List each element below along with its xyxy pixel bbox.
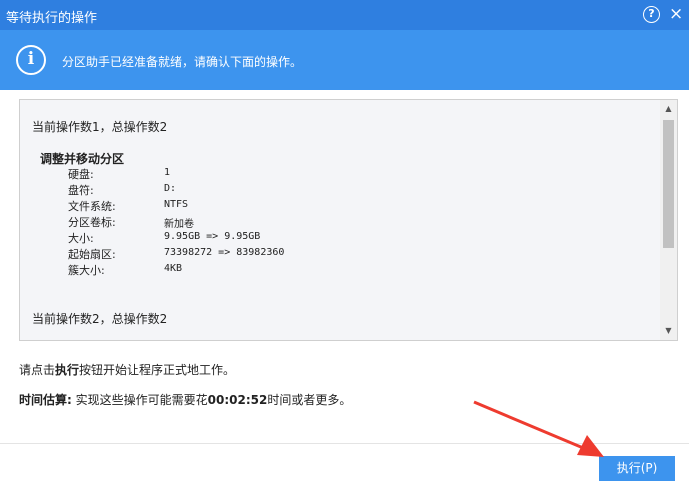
window-title: 等待执行的操作	[6, 11, 98, 26]
detail-value: 73398272 => 83982360	[164, 247, 285, 258]
instruction-text: 请点击执行按钮开始让程序正式地工作。	[19, 361, 235, 378]
execute-button[interactable]: 执行(P)	[599, 456, 675, 481]
vertical-scrollbar[interactable]: ▲ ▼	[660, 100, 677, 340]
estimate-label: 时间估算:	[19, 393, 72, 407]
detail-key: 分区卷标:	[68, 216, 116, 229]
operation-1-header: 当前操作数1，总操作数2	[32, 120, 168, 134]
detail-key: 文件系统:	[68, 200, 116, 213]
scroll-down-icon[interactable]: ▼	[660, 324, 677, 338]
info-icon: i	[16, 45, 46, 75]
detail-row-size: 大小: 9.95GB => 9.95GB	[68, 230, 628, 246]
detail-row-volume-label: 分区卷标: 新加卷	[68, 214, 628, 230]
detail-value: D:	[164, 183, 177, 194]
footer-divider	[0, 443, 689, 444]
detail-value: 新加卷	[164, 219, 194, 230]
detail-key: 硬盘:	[68, 168, 94, 181]
detail-value: 4KB	[164, 263, 183, 274]
help-icon[interactable]: ?	[643, 6, 660, 23]
detail-value: 1	[164, 167, 171, 178]
instruction-prefix: 请点击	[19, 363, 56, 377]
detail-row-cluster-size: 簇大小: 4KB	[68, 262, 628, 278]
detail-key: 簇大小:	[68, 264, 105, 277]
title-bar: 等待执行的操作 ? ×	[0, 0, 689, 30]
detail-key: 起始扇区:	[68, 248, 116, 261]
scrollbar-thumb[interactable]	[663, 120, 674, 248]
info-banner: i 分区助手已经准备就绪，请确认下面的操作。	[0, 30, 689, 90]
close-icon[interactable]: ×	[669, 4, 683, 24]
detail-row-drive-letter: 盘符: D:	[68, 182, 628, 198]
arrow-head	[577, 435, 604, 457]
scroll-up-icon[interactable]: ▲	[660, 102, 677, 116]
operation-2-header: 当前操作数2，总操作数2	[32, 312, 168, 326]
detail-value: 9.95GB => 9.95GB	[164, 231, 261, 242]
instruction-suffix: 按钮开始让程序正式地工作。	[79, 363, 236, 377]
detail-key: 大小:	[68, 232, 94, 245]
detail-value: NTFS	[164, 199, 189, 210]
banner-message: 分区助手已经准备就绪，请确认下面的操作。	[62, 55, 303, 69]
detail-row-filesystem: 文件系统: NTFS	[68, 198, 628, 214]
detail-row-disk: 硬盘: 1	[68, 166, 628, 182]
instruction-keyword: 执行	[55, 363, 80, 377]
time-estimate: 时间估算: 实现这些操作可能需要花00:02:52时间或者更多。	[19, 391, 351, 408]
operations-list-panel[interactable]: 当前操作数1，总操作数2 调整并移动分区 硬盘: 1 盘符: D: 文件系统: …	[19, 99, 678, 341]
detail-key: 盘符:	[68, 184, 94, 197]
estimate-suffix: 时间或者更多。	[267, 393, 352, 407]
operations-list: 当前操作数1，总操作数2 调整并移动分区 硬盘: 1 盘符: D: 文件系统: …	[20, 100, 660, 340]
estimate-time: 00:02:52	[207, 393, 268, 407]
operation-1-title: 调整并移动分区	[40, 152, 125, 166]
estimate-prefix: 实现这些操作可能需要花	[71, 393, 208, 407]
detail-row-start-sector: 起始扇区: 73398272 => 83982360	[68, 246, 628, 262]
